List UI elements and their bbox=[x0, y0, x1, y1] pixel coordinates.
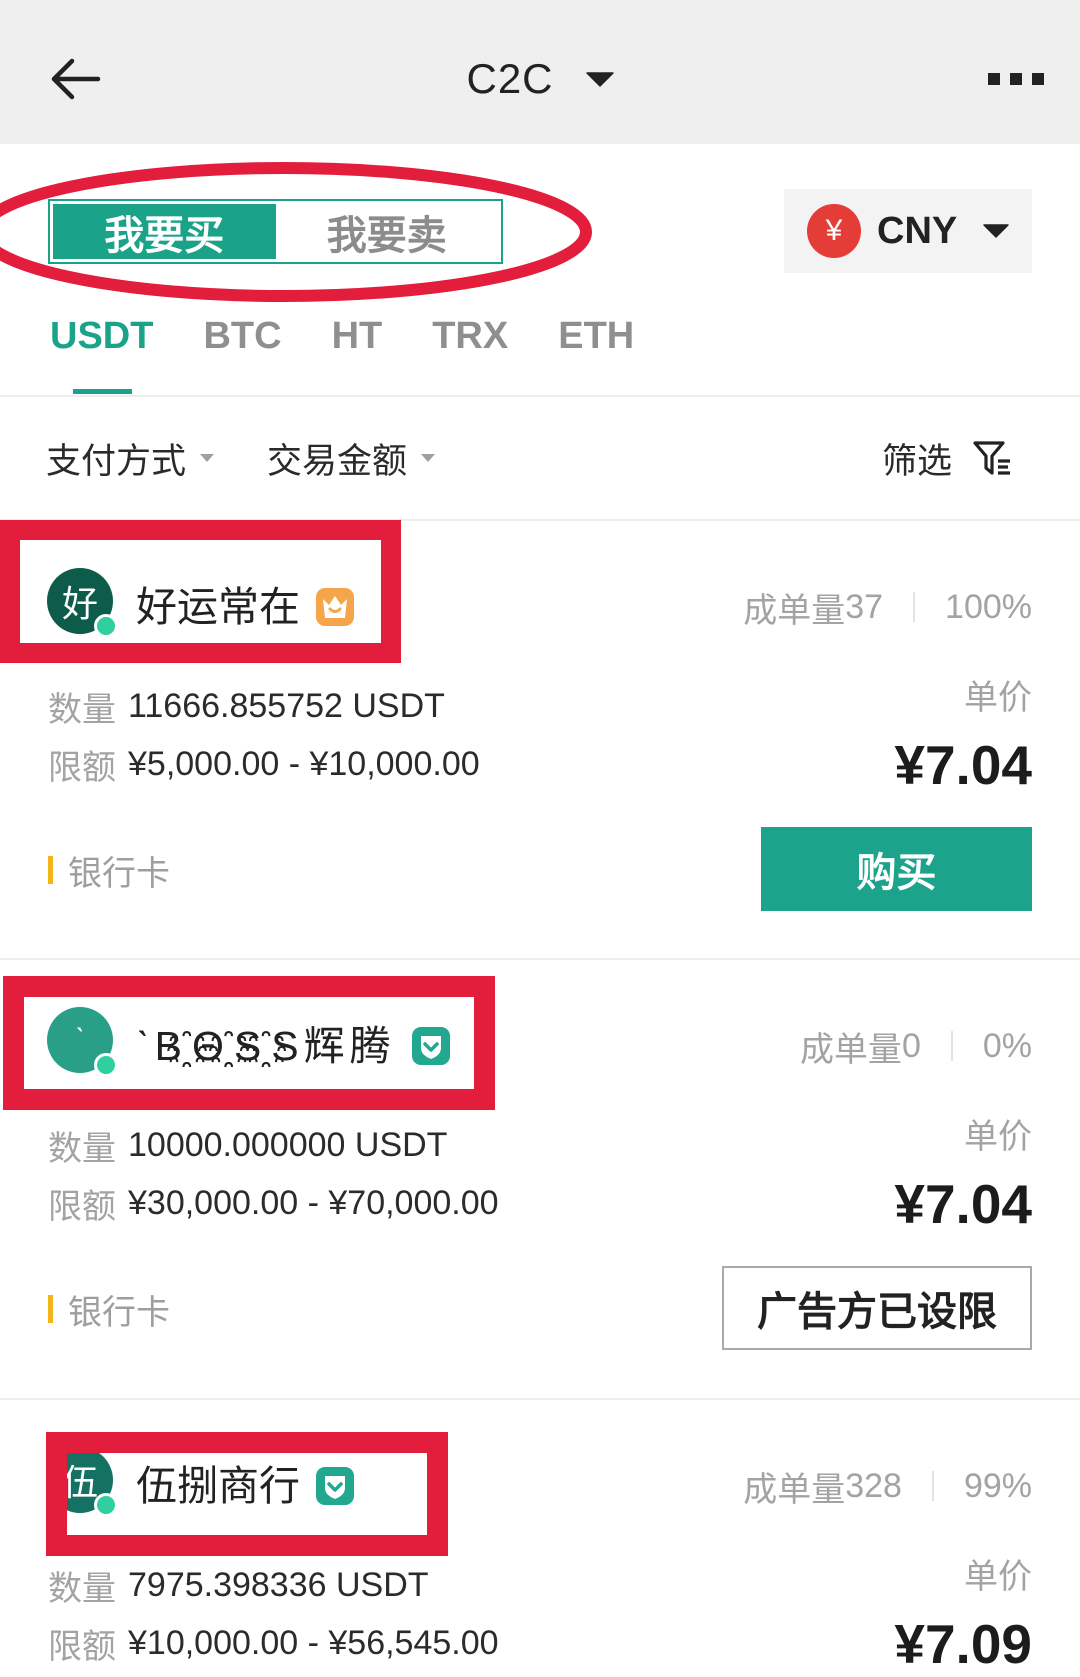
top-bar: C2C bbox=[0, 0, 1080, 144]
more-menu-button[interactable] bbox=[980, 57, 1052, 101]
limit-value: ¥30,000.00 - ¥70,000.00 bbox=[128, 1183, 499, 1222]
quantity-label: 数量 bbox=[48, 1129, 116, 1168]
payment-marker bbox=[48, 856, 53, 884]
quantity-value: 11666.855752 USDT bbox=[128, 686, 445, 725]
annotation-highlight-box bbox=[46, 1432, 448, 1556]
merchant-stats: 成单量 0 0% bbox=[799, 1024, 1032, 1069]
more-dots-icon bbox=[988, 73, 1044, 85]
limit-row: 限额 ¥10,000.00 - ¥56,545.00 bbox=[48, 1621, 499, 1666]
payment-marker bbox=[48, 1295, 53, 1323]
order-count-label: 成单量 bbox=[743, 591, 846, 630]
quantity-label: 数量 bbox=[48, 1569, 116, 1608]
yuan-icon: ¥ bbox=[807, 204, 861, 258]
quantity-row: 数量 10000.000000 USDT bbox=[48, 1123, 448, 1168]
annotation-highlight-box bbox=[3, 976, 495, 1110]
payment-method-filter[interactable]: 支付方式 bbox=[46, 434, 215, 482]
funnel-icon bbox=[973, 441, 1011, 475]
market-selector[interactable]: C2C bbox=[390, 51, 690, 107]
amount-filter-label: 交易金额 bbox=[267, 441, 408, 481]
divider bbox=[0, 395, 1080, 397]
annotation-highlight-ellipse bbox=[0, 162, 592, 302]
order-count: 328 bbox=[845, 1466, 902, 1505]
quantity-value: 7975.398336 USDT bbox=[128, 1565, 429, 1604]
stat-divider bbox=[931, 1471, 934, 1501]
merchant-stats: 成单量 37 100% bbox=[743, 585, 1032, 630]
quantity-row: 数量 7975.398336 USDT bbox=[48, 1563, 429, 1608]
quantity-value: 10000.000000 USDT bbox=[128, 1125, 448, 1164]
filter-button[interactable]: 筛选 bbox=[882, 434, 1013, 482]
merchant-stats: 成单量 328 99% bbox=[743, 1464, 1032, 1509]
stat-divider bbox=[913, 592, 916, 622]
completion-rate: 99% bbox=[963, 1466, 1032, 1505]
payment-method: 银行卡 bbox=[48, 848, 170, 893]
payment-method-label: 银行卡 bbox=[68, 1293, 170, 1332]
limit-label: 限额 bbox=[48, 748, 116, 787]
limit-label: 限额 bbox=[48, 1627, 116, 1666]
limit-row: 限额 ¥30,000.00 - ¥70,000.00 bbox=[48, 1181, 499, 1226]
limit-row: 限额 ¥5,000.00 - ¥10,000.00 bbox=[48, 742, 480, 787]
limit-value: ¥5,000.00 - ¥10,000.00 bbox=[128, 744, 480, 783]
order-count: 0 bbox=[901, 1026, 921, 1065]
order-count-label: 成单量 bbox=[743, 1470, 846, 1509]
quantity-row: 数量 11666.855752 USDT bbox=[48, 684, 445, 729]
order-count: 37 bbox=[845, 587, 884, 626]
completion-rate: 100% bbox=[945, 587, 1032, 626]
trade-amount-filter[interactable]: 交易金额 bbox=[267, 434, 436, 482]
caret-down-icon bbox=[983, 224, 1009, 238]
completion-rate: 0% bbox=[982, 1026, 1032, 1065]
advertiser-limited-button[interactable]: 广告方已设限 bbox=[722, 1266, 1032, 1350]
stat-divider bbox=[950, 1031, 953, 1061]
order-count-label: 成单量 bbox=[799, 1030, 902, 1069]
unit-price: ¥7.04 bbox=[894, 1173, 1032, 1235]
back-button[interactable] bbox=[40, 49, 110, 109]
active-tab-indicator bbox=[73, 389, 132, 394]
page-title: C2C bbox=[466, 55, 554, 102]
unit-price-label: 单价 bbox=[964, 679, 1032, 717]
arrow-left-icon bbox=[51, 58, 101, 100]
payment-method-label: 银行卡 bbox=[68, 854, 170, 893]
currency-selector[interactable]: ¥ CNY bbox=[784, 189, 1032, 273]
payment-method: 银行卡 bbox=[48, 1287, 170, 1332]
unit-price-label: 单价 bbox=[964, 1118, 1032, 1156]
unit-price: ¥7.09 bbox=[894, 1613, 1032, 1675]
payment-filter-label: 支付方式 bbox=[46, 441, 187, 481]
caret-down-icon bbox=[200, 454, 215, 462]
currency-code: CNY bbox=[877, 209, 958, 252]
caret-down-icon bbox=[421, 454, 436, 462]
unit-price-label: 单价 bbox=[964, 1558, 1032, 1596]
limit-value: ¥10,000.00 - ¥56,545.00 bbox=[128, 1623, 499, 1662]
unit-price: ¥7.04 bbox=[894, 734, 1032, 796]
quantity-label: 数量 bbox=[48, 690, 116, 729]
caret-down-icon bbox=[585, 71, 614, 87]
limit-label: 限额 bbox=[48, 1187, 116, 1226]
filter-label: 筛选 bbox=[882, 441, 953, 481]
buy-button[interactable]: 购买 bbox=[761, 827, 1032, 911]
annotation-highlight-box bbox=[0, 520, 401, 663]
